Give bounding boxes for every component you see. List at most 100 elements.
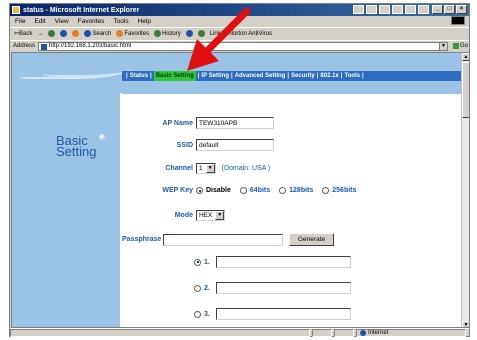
domain-text: (Domain: USA ) (221, 165, 271, 172)
wep-64bits-radio[interactable] (239, 187, 247, 194)
key1-radio[interactable] (194, 258, 201, 266)
stop-icon (48, 30, 56, 37)
section-title: Basic Setting (56, 134, 97, 159)
vertical-scrollbar[interactable]: ▲ ▼ (461, 53, 469, 327)
wep-128bits-radio[interactable] (279, 187, 287, 194)
menu-tools[interactable]: Tools (113, 18, 128, 25)
channel-label: Channel (165, 165, 193, 172)
menu-edit[interactable]: Edit (34, 18, 45, 25)
key2-input[interactable] (216, 282, 351, 294)
search-button[interactable]: Search (84, 30, 111, 37)
tray-icon (353, 5, 364, 14)
home-icon (72, 30, 80, 37)
ap-name-input[interactable] (196, 117, 274, 129)
search-label: Search (92, 30, 112, 37)
windows-logo-icon (451, 16, 465, 25)
wep-256bits-radio[interactable] (322, 187, 330, 194)
scroll-up-icon[interactable]: ▲ (462, 53, 469, 61)
annotation-arrow (187, 7, 251, 71)
section-title-line2: Setting (56, 144, 97, 159)
favorites-button[interactable]: Favorites (116, 30, 149, 37)
menu-help[interactable]: Help (138, 18, 151, 25)
home-button[interactable] (72, 30, 80, 37)
key2-radio[interactable] (194, 284, 201, 292)
tray-icon (366, 5, 377, 14)
nav-advanced-setting[interactable]: Advanced Setting (235, 73, 286, 79)
tray-icons (353, 5, 429, 14)
ap-name-label: AP Name (162, 119, 193, 127)
forward-icon: → (37, 30, 44, 37)
mode-value: HEX (199, 212, 213, 219)
nav-status[interactable]: Status (130, 73, 148, 79)
page-content: | Status | Basic Setting | IP Setting | … (11, 52, 470, 328)
wep-128bits-label: 128bits (289, 187, 314, 194)
nav-security[interactable]: Security (291, 73, 315, 79)
tray-icon (418, 5, 429, 14)
divider (122, 93, 463, 94)
bulb-icon (99, 134, 106, 141)
favorites-icon (116, 30, 124, 37)
wep-disable-option[interactable]: Disable (196, 187, 231, 194)
refresh-button[interactable] (60, 30, 68, 37)
menu-favorites[interactable]: Favorites (78, 18, 105, 25)
wep-128bits-option[interactable]: 128bits (279, 187, 313, 194)
key3-label: 3. (204, 310, 210, 318)
window-title: status - Microsoft Internet Explorer (23, 6, 140, 14)
refresh-icon (60, 30, 68, 37)
nav-8021x[interactable]: 802.1x (320, 73, 338, 79)
ssid-label: SSID (176, 141, 193, 149)
go-button[interactable]: Go (453, 43, 468, 49)
passphrase-input[interactable] (163, 233, 283, 246)
banner-decoration (42, 63, 132, 77)
tray-icon (405, 5, 416, 14)
stop-button[interactable] (48, 30, 56, 37)
scroll-down-icon[interactable]: ▼ (462, 321, 469, 327)
key2-label: 2. (204, 284, 210, 292)
status-zone: Internet (356, 329, 466, 337)
minimize-button[interactable]: _ (432, 5, 443, 14)
wep-256bits-option[interactable]: 256bits (322, 187, 356, 194)
status-segment (334, 329, 354, 337)
maximize-button[interactable]: □ (444, 5, 455, 14)
address-url: http://192.168.1.203/basic.html (49, 43, 132, 49)
wep-key-label: WEP Key (162, 187, 193, 194)
menu-file[interactable]: File (15, 18, 25, 25)
search-icon (84, 30, 92, 37)
back-label: ⇦Back (14, 31, 33, 37)
close-button[interactable]: × (456, 5, 467, 14)
ssid-input[interactable] (196, 139, 274, 151)
wep-256bits-label: 256bits (332, 187, 357, 194)
history-button[interactable]: History (154, 30, 181, 37)
menu-view[interactable]: View (55, 18, 69, 25)
wep-disable-radio[interactable] (196, 187, 203, 194)
channel-select[interactable]: 1 ▼ (196, 163, 216, 174)
back-button[interactable]: ⇦Back (14, 30, 32, 37)
basic-setting-form: AP Name SSID Channel 1 ▼ (Domain: USA ) … (122, 101, 463, 327)
history-icon (154, 30, 162, 37)
chevron-down-icon: ▼ (205, 164, 215, 173)
wep-64bits-option[interactable]: 64bits (239, 187, 270, 194)
key3-radio[interactable] (194, 310, 201, 318)
address-dropdown-icon[interactable]: ▼ (439, 42, 448, 50)
mode-select[interactable]: HEX ▼ (196, 210, 226, 221)
status-bar: Internet (10, 328, 469, 337)
page-icon (41, 43, 48, 50)
wep-disable-label: Disable (206, 187, 231, 194)
history-label: History (162, 30, 181, 37)
settings-nav: | Status | Basic Setting | IP Setting | … (122, 71, 463, 81)
generate-button[interactable]: Generate (289, 233, 335, 246)
key3-input[interactable] (216, 308, 351, 320)
forward-button[interactable]: → (37, 31, 43, 37)
ie-icon (12, 6, 20, 14)
channel-value: 1 (199, 165, 203, 172)
nav-ip-setting[interactable]: IP Setting (201, 73, 229, 79)
scroll-thumb[interactable] (462, 62, 469, 118)
address-label: Address (13, 43, 36, 49)
favorites-label: Favorites (124, 30, 150, 37)
nav-tools[interactable]: Tools (344, 73, 360, 79)
go-label: Go (460, 43, 469, 49)
tray-icon (379, 5, 390, 14)
key1-label: 1. (204, 258, 210, 266)
key1-input[interactable] (216, 256, 351, 268)
arrow-shaft (201, 7, 251, 57)
